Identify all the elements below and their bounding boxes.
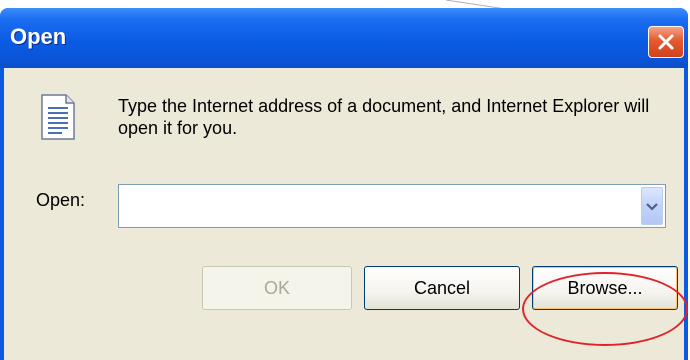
dialog-message: Type the Internet address of a document,… (118, 96, 650, 138)
address-input[interactable] (121, 187, 635, 227)
open-label: Open: (36, 190, 86, 210)
title-bar[interactable]: Open (0, 8, 688, 68)
dropdown-button[interactable] (641, 187, 663, 225)
highlight-annotation-ring (522, 272, 688, 346)
address-combobox[interactable] (118, 184, 666, 228)
close-button[interactable] (648, 26, 684, 58)
chevron-down-icon (646, 203, 658, 211)
ok-button[interactable]: OK (202, 266, 352, 310)
cancel-button[interactable]: Cancel (364, 266, 520, 310)
document-icon (41, 94, 75, 140)
close-icon (658, 34, 674, 50)
dialog-title: Open (10, 24, 67, 49)
